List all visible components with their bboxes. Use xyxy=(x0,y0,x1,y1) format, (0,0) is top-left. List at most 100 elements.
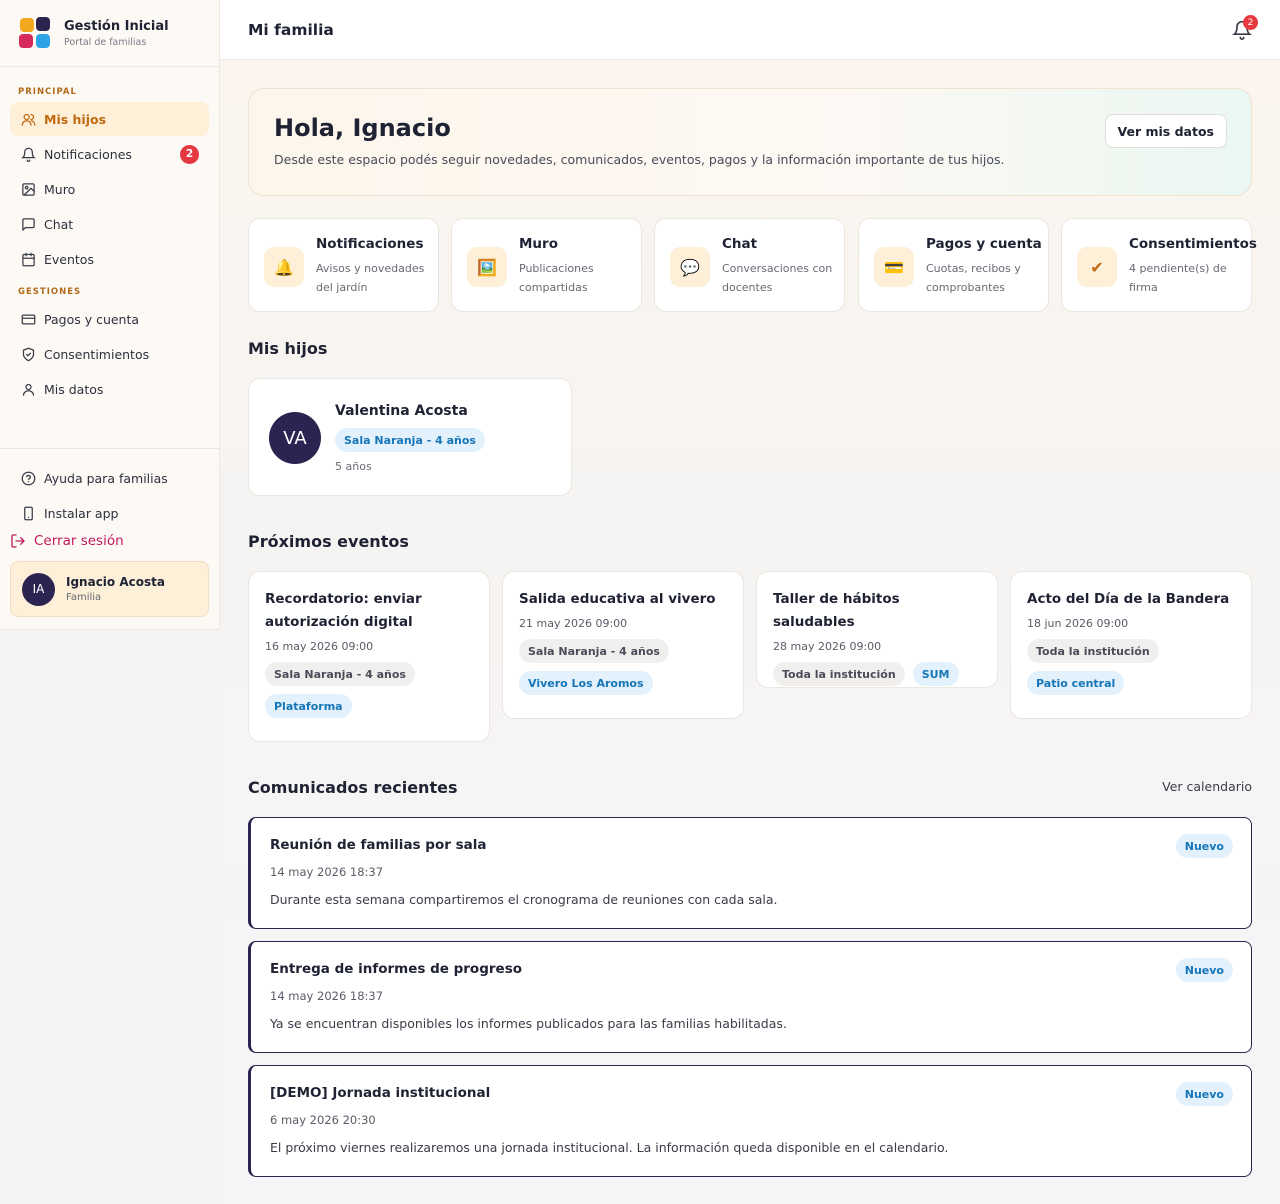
event-audience-tag: Sala Naranja - 4 años xyxy=(265,662,415,686)
new-badge: Nuevo xyxy=(1175,834,1233,858)
event-location-tag: Vivero Los Aromos xyxy=(519,671,653,695)
quick-link-chat[interactable]: 💬 Chat Conversaciones con docentes xyxy=(654,218,845,312)
credit-card-icon: 💳 xyxy=(874,247,914,287)
sidebar-item-ayuda[interactable]: Ayuda para familias xyxy=(10,461,209,495)
brand-title: Gestión Inicial xyxy=(64,18,169,34)
calendar-icon xyxy=(20,251,36,267)
child-age: 5 años xyxy=(335,460,372,473)
logout-label: Cerrar sesión xyxy=(34,533,124,549)
logout-button[interactable]: Cerrar sesión xyxy=(10,533,124,549)
sidebar: Gestión Inicial Portal de familias PRINC… xyxy=(0,0,220,630)
sidebar-item-mis-datos[interactable]: Mis datos xyxy=(10,372,209,406)
sidebar-item-chat[interactable]: Chat xyxy=(10,207,209,241)
page-title: Mi familia xyxy=(248,20,334,39)
brand-subtitle: Portal de familias xyxy=(64,36,147,48)
sidebar-item-muro[interactable]: Muro xyxy=(10,172,209,206)
notifications-bell-button[interactable]: 2 xyxy=(1231,15,1258,40)
sidebar-item-label: Chat xyxy=(44,216,74,232)
sidebar-item-pagos[interactable]: Pagos y cuenta xyxy=(10,302,209,336)
event-card[interactable]: Acto del Día de la Bandera 18 jun 2026 0… xyxy=(1010,571,1252,719)
quick-link-consentimientos[interactable]: ✔ Consentimientos 4 pendiente(s) de firm… xyxy=(1061,218,1257,312)
new-badge: Nuevo xyxy=(1175,958,1233,982)
quick-link-desc: 4 pendiente(s) de firma xyxy=(1129,262,1227,294)
notice-title: Entrega de informes de progreso xyxy=(270,961,522,977)
event-title: Recordatorio: enviar autorización digita… xyxy=(265,591,422,630)
event-location-tag: SUM xyxy=(912,662,959,686)
quick-link-title: Muro xyxy=(519,236,558,252)
user-name: Ignacio Acosta xyxy=(66,575,165,589)
section-title-notices: Comunicados recientes xyxy=(248,778,458,797)
sidebar-item-label: Pagos y cuenta xyxy=(44,311,140,327)
event-date: 28 may 2026 09:00 xyxy=(773,640,882,653)
section-label-principal: PRINCIPAL xyxy=(18,87,77,97)
event-card[interactable]: Salida educativa al vivero 21 may 2026 0… xyxy=(502,571,744,719)
help-circle-icon xyxy=(20,470,36,486)
sidebar-item-label: Eventos xyxy=(44,251,94,267)
event-date: 18 jun 2026 09:00 xyxy=(1027,617,1129,630)
quick-link-muro[interactable]: 🖼️ Muro Publicaciones compartidas xyxy=(451,218,642,312)
notice-title: Reunión de familias por sala xyxy=(270,837,487,853)
shield-check-icon xyxy=(20,346,36,362)
notice-body: Durante esta semana compartiremos el cro… xyxy=(270,892,778,907)
see-calendar-link[interactable]: Ver calendario xyxy=(1162,779,1252,794)
welcome-banner: Hola, Ignacio Desde este espacio podés s… xyxy=(248,88,1252,196)
puzzle-logo-icon xyxy=(18,16,54,50)
child-card[interactable]: VA Valentina Acosta Sala Naranja - 4 año… xyxy=(248,378,572,496)
event-card[interactable]: Taller de hábitos saludables 28 may 2026… xyxy=(756,571,998,688)
sidebar-item-label: Mis hijos xyxy=(44,111,107,127)
section-label-gestiones: GESTIONES xyxy=(18,287,82,297)
notice-body: El próximo viernes realizaremos una jorn… xyxy=(270,1140,949,1155)
quick-link-desc: Conversaciones con docentes xyxy=(722,262,833,294)
main-content: Hola, Ignacio Desde este espacio podés s… xyxy=(220,60,1280,1204)
speech-bubble-icon: 💬 xyxy=(670,247,710,287)
sidebar-item-instalar-app[interactable]: Instalar app xyxy=(10,496,209,530)
section-title-events: Próximos eventos xyxy=(248,532,409,551)
notice-card[interactable]: Entrega de informes de progreso 14 may 2… xyxy=(248,941,1252,1053)
notice-date: 14 may 2026 18:37 xyxy=(270,989,384,1003)
child-avatar: VA xyxy=(269,412,321,464)
event-audience-tag: Sala Naranja - 4 años xyxy=(519,639,669,663)
sidebar-item-notificaciones[interactable]: Notificaciones 2 xyxy=(10,137,209,171)
welcome-title: Hola, Ignacio xyxy=(274,114,451,142)
quick-link-notificaciones[interactable]: 🔔 Notificaciones Avisos y novedades del … xyxy=(248,218,439,312)
sidebar-item-label: Consentimientos xyxy=(44,346,150,362)
user-icon xyxy=(20,381,36,397)
users-icon xyxy=(20,111,36,127)
sidebar-item-label: Notificaciones xyxy=(44,146,132,162)
sidebar-item-label: Mis datos xyxy=(44,381,104,397)
sidebar-item-label: Muro xyxy=(44,181,76,197)
image-icon xyxy=(20,181,36,197)
quick-link-title: Consentimientos xyxy=(1129,236,1257,252)
view-my-data-button[interactable]: Ver mis datos xyxy=(1104,114,1227,148)
section-title-children: Mis hijos xyxy=(248,339,328,358)
quick-link-pagos[interactable]: 💳 Pagos y cuenta Cuotas, recibos y compr… xyxy=(858,218,1049,312)
notice-card[interactable]: [DEMO] Jornada institucional 6 may 2026 … xyxy=(248,1065,1252,1177)
notice-title: [DEMO] Jornada institucional xyxy=(270,1085,491,1101)
user-role: Familia xyxy=(66,592,102,603)
quick-link-title: Chat xyxy=(722,236,758,252)
brand[interactable]: Gestión Inicial Portal de familias xyxy=(0,0,219,67)
quick-link-title: Pagos y cuenta xyxy=(926,236,1042,252)
user-card[interactable]: IA Ignacio Acosta Familia xyxy=(10,561,209,617)
avatar: IA xyxy=(22,572,55,606)
logout-icon xyxy=(10,533,26,549)
event-location-tag: Patio central xyxy=(1027,671,1125,695)
quick-link-title: Notificaciones xyxy=(316,236,424,252)
event-card[interactable]: Recordatorio: enviar autorización digita… xyxy=(248,571,490,742)
sidebar-item-consentimientos[interactable]: Consentimientos xyxy=(10,337,209,371)
new-badge: Nuevo xyxy=(1175,1082,1233,1106)
child-room-badge: Sala Naranja - 4 años xyxy=(335,428,485,452)
notice-body: Ya se encuentran disponibles los informe… xyxy=(270,1016,787,1031)
notice-date: 6 may 2026 20:30 xyxy=(270,1113,376,1127)
event-location-tag: Plataforma xyxy=(265,694,352,718)
event-title: Taller de hábitos saludables xyxy=(773,591,900,630)
smartphone-icon xyxy=(20,505,36,521)
event-audience-tag: Toda la institución xyxy=(1027,639,1159,663)
sidebar-item-mis-hijos[interactable]: Mis hijos xyxy=(10,102,209,136)
bell-count-badge: 2 xyxy=(1243,15,1258,30)
event-title: Salida educativa al vivero xyxy=(519,591,716,607)
check-icon: ✔ xyxy=(1077,247,1117,287)
notification-count-badge: 2 xyxy=(180,144,199,164)
sidebar-item-eventos[interactable]: Eventos xyxy=(10,242,209,276)
notice-card[interactable]: Reunión de familias por sala 14 may 2026… xyxy=(248,817,1252,929)
